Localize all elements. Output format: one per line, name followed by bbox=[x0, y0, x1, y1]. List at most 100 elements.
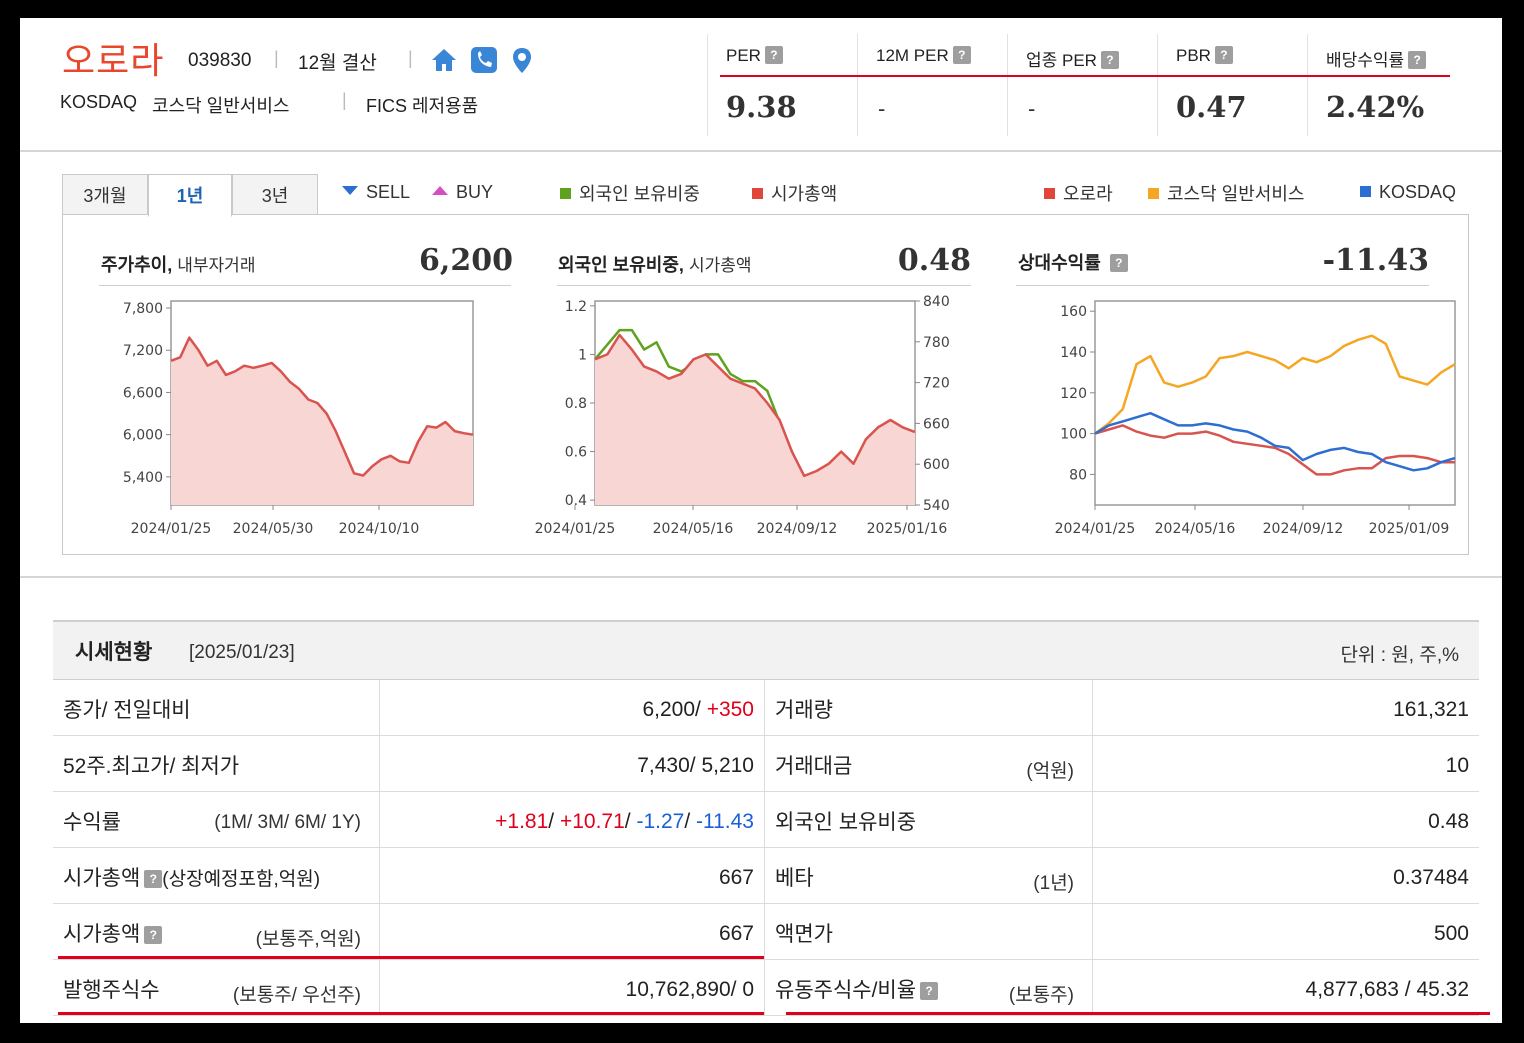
panel-title-sub: 내부자거래 bbox=[177, 256, 256, 275]
chart-section: 3개월 1년 3년 SELL BUY 외국인 보유비중 시가총액 오로라 코스닥… bbox=[20, 154, 1502, 578]
highlight-underline bbox=[58, 956, 764, 959]
row-label-text: 시가총액 bbox=[63, 923, 141, 946]
return-6m: -1.27 bbox=[636, 810, 685, 833]
panel-value-foreign: 0.48 bbox=[897, 243, 971, 278]
row-value: 500 bbox=[1433, 922, 1469, 945]
table-title: 시세현황 bbox=[75, 641, 153, 664]
panel-title-foreign: 외국인 보유비중, 시가총액 bbox=[558, 251, 752, 277]
help-icon[interactable]: ? bbox=[764, 46, 783, 64]
help-icon[interactable]: ? bbox=[144, 870, 163, 888]
y-tick-label: 0.8 bbox=[565, 396, 587, 412]
legend-swatch bbox=[752, 188, 763, 199]
row-label: 발행주식수 bbox=[63, 979, 160, 1002]
table-row: 수익률 (1M/ 3M/ 6M/ 1Y) +1.81/ +10.71/ -1.27… bbox=[53, 792, 1479, 848]
legend-foreign-ratio[interactable]: 외국인 보유비중 bbox=[560, 180, 700, 206]
row-label: 수익률 bbox=[63, 811, 121, 834]
separator: | bbox=[408, 48, 413, 68]
row-label-unit: (상장예정포함,억원) bbox=[162, 869, 321, 890]
y2-tick-label: 600 bbox=[923, 457, 950, 473]
help-icon[interactable]: ? bbox=[144, 926, 163, 944]
phone-icon[interactable] bbox=[470, 46, 498, 74]
home-icon[interactable] bbox=[430, 46, 458, 74]
location-pin-icon[interactable] bbox=[508, 46, 536, 74]
panel-title-main: 외국인 보유비중, bbox=[558, 255, 684, 275]
x-tick-label: 2025/01/16 bbox=[867, 521, 948, 537]
highlight-underline bbox=[720, 75, 1450, 77]
company-header: 오로라 039830 | 12월 결산 | KOSDAQ 코스닥 일반서비스 |… bbox=[20, 18, 1502, 152]
metric-value: - bbox=[878, 96, 886, 121]
x-tick-label: 2024/05/30 bbox=[233, 521, 314, 537]
y2-tick-label: 780 bbox=[923, 335, 950, 351]
tab-3-years[interactable]: 3년 bbox=[232, 174, 318, 216]
row-label-unit: (1년) bbox=[1033, 873, 1074, 894]
row-value: 0.37484 bbox=[1393, 866, 1469, 889]
y2-tick-label: 660 bbox=[923, 416, 950, 432]
panel-title-sub: 시가총액 bbox=[688, 256, 752, 275]
row-label: 외국인 보유비중 bbox=[775, 811, 917, 834]
foreign-ratio-chart[interactable]: 1.2 1 0.8 0.6 0.4 840 780 720 660 600 540 2024/01/2… bbox=[533, 293, 993, 553]
panel-title-relative: 상대수익률 ? bbox=[1018, 249, 1128, 275]
table-unit: 단위 : 원, 주,% bbox=[1340, 645, 1460, 666]
y-tick-label: 1.2 bbox=[565, 299, 587, 315]
row-label-text: 유동주식수/비율 bbox=[775, 979, 917, 1002]
legend-sell[interactable]: SELL bbox=[342, 182, 410, 203]
y-tick-label: 7,200 bbox=[123, 343, 163, 359]
y-tick-label: 120 bbox=[1060, 386, 1087, 402]
row-label: 시가총액? bbox=[63, 918, 163, 948]
y-tick-label: 0.6 bbox=[565, 445, 587, 461]
help-icon[interactable]: ? bbox=[952, 46, 971, 64]
legend-sector[interactable]: 코스닥 일반서비스 bbox=[1148, 180, 1304, 206]
row-value: 0.48 bbox=[1428, 810, 1469, 833]
legend-kosdaq[interactable]: KOSDAQ bbox=[1360, 182, 1456, 203]
y-tick-label: 6,600 bbox=[123, 385, 163, 401]
x-tick-label: 2024/10/10 bbox=[339, 521, 420, 537]
panel-title-main: 주가추이, bbox=[101, 255, 173, 275]
legend-buy[interactable]: BUY bbox=[432, 182, 493, 203]
slash: / bbox=[624, 810, 637, 833]
metric-value: 9.38 bbox=[726, 90, 797, 124]
panel-value-relative: -11.43 bbox=[1322, 243, 1429, 278]
metric-per: PER? 9.38 bbox=[707, 34, 857, 136]
tab-1-year[interactable]: 1년 bbox=[148, 174, 232, 217]
table-row: 시가총액? (보통주,억원) 667 액면가 500 bbox=[53, 904, 1479, 960]
x-tick-label: 2024/01/25 bbox=[131, 521, 212, 537]
y-tick-label: 100 bbox=[1060, 427, 1087, 443]
panel-title-main: 상대수익률 bbox=[1018, 253, 1101, 273]
help-icon[interactable]: ? bbox=[920, 982, 939, 1000]
y-tick-label: 80 bbox=[1069, 467, 1087, 483]
row-value: 7,430/ 5,210 bbox=[637, 754, 754, 777]
help-icon[interactable]: ? bbox=[1100, 51, 1119, 69]
metric-label: PER bbox=[726, 46, 761, 65]
valuation-metrics: PER? 9.38 12M PER? - 업종 PER? - PBR? 0.47… bbox=[707, 34, 1451, 136]
metric-value: - bbox=[1028, 96, 1036, 121]
metric-label: 12M PER bbox=[876, 46, 949, 65]
stock-code: 039830 bbox=[188, 50, 252, 71]
plot-frame bbox=[1094, 300, 1456, 506]
y2-tick-label: 840 bbox=[923, 294, 950, 310]
separator: | bbox=[274, 48, 279, 68]
tab-3-months[interactable]: 3개월 bbox=[62, 174, 148, 216]
y-tick-label: 0.4 bbox=[565, 493, 587, 509]
relative-return-chart[interactable]: 160 140 120 100 80 2024/01/25 2024/05/16 2024/0… bbox=[993, 293, 1463, 553]
x-tick-label: 2024/01/25 bbox=[1055, 521, 1136, 537]
row-label-unit: (보통주) bbox=[1008, 985, 1074, 1006]
legend-label: 시가총액 bbox=[771, 184, 838, 204]
row-label: 거래량 bbox=[775, 699, 833, 722]
y-tick-label: 6,000 bbox=[123, 428, 163, 444]
row-label: 베타 bbox=[775, 867, 814, 890]
help-icon[interactable]: ? bbox=[1408, 51, 1427, 69]
legend-swatch bbox=[1360, 186, 1371, 197]
row-value: 667 bbox=[718, 866, 754, 889]
price-chart[interactable]: 7,800 7,200 6,600 6,000 5,400 2024/01/25 2024/… bbox=[63, 293, 523, 553]
table-row: 52주.최고가/ 최저가 7,430/ 5,210 거래대금 (억원) 10 bbox=[53, 736, 1479, 792]
panel-title-price: 주가추이, 내부자거래 bbox=[101, 251, 255, 277]
legend-company[interactable]: 오로라 bbox=[1044, 180, 1113, 206]
close-price: 6,200/ bbox=[642, 698, 707, 721]
legend-market-cap[interactable]: 시가총액 bbox=[752, 180, 837, 206]
legend-label: 오로라 bbox=[1063, 184, 1113, 204]
help-icon[interactable]: ? bbox=[1214, 46, 1233, 64]
help-icon[interactable]: ? bbox=[1109, 254, 1128, 272]
metric-pbr: PBR? 0.47 bbox=[1157, 34, 1307, 136]
row-label: 52주.최고가/ 최저가 bbox=[63, 755, 240, 778]
metric-value: 2.42% bbox=[1326, 90, 1425, 124]
